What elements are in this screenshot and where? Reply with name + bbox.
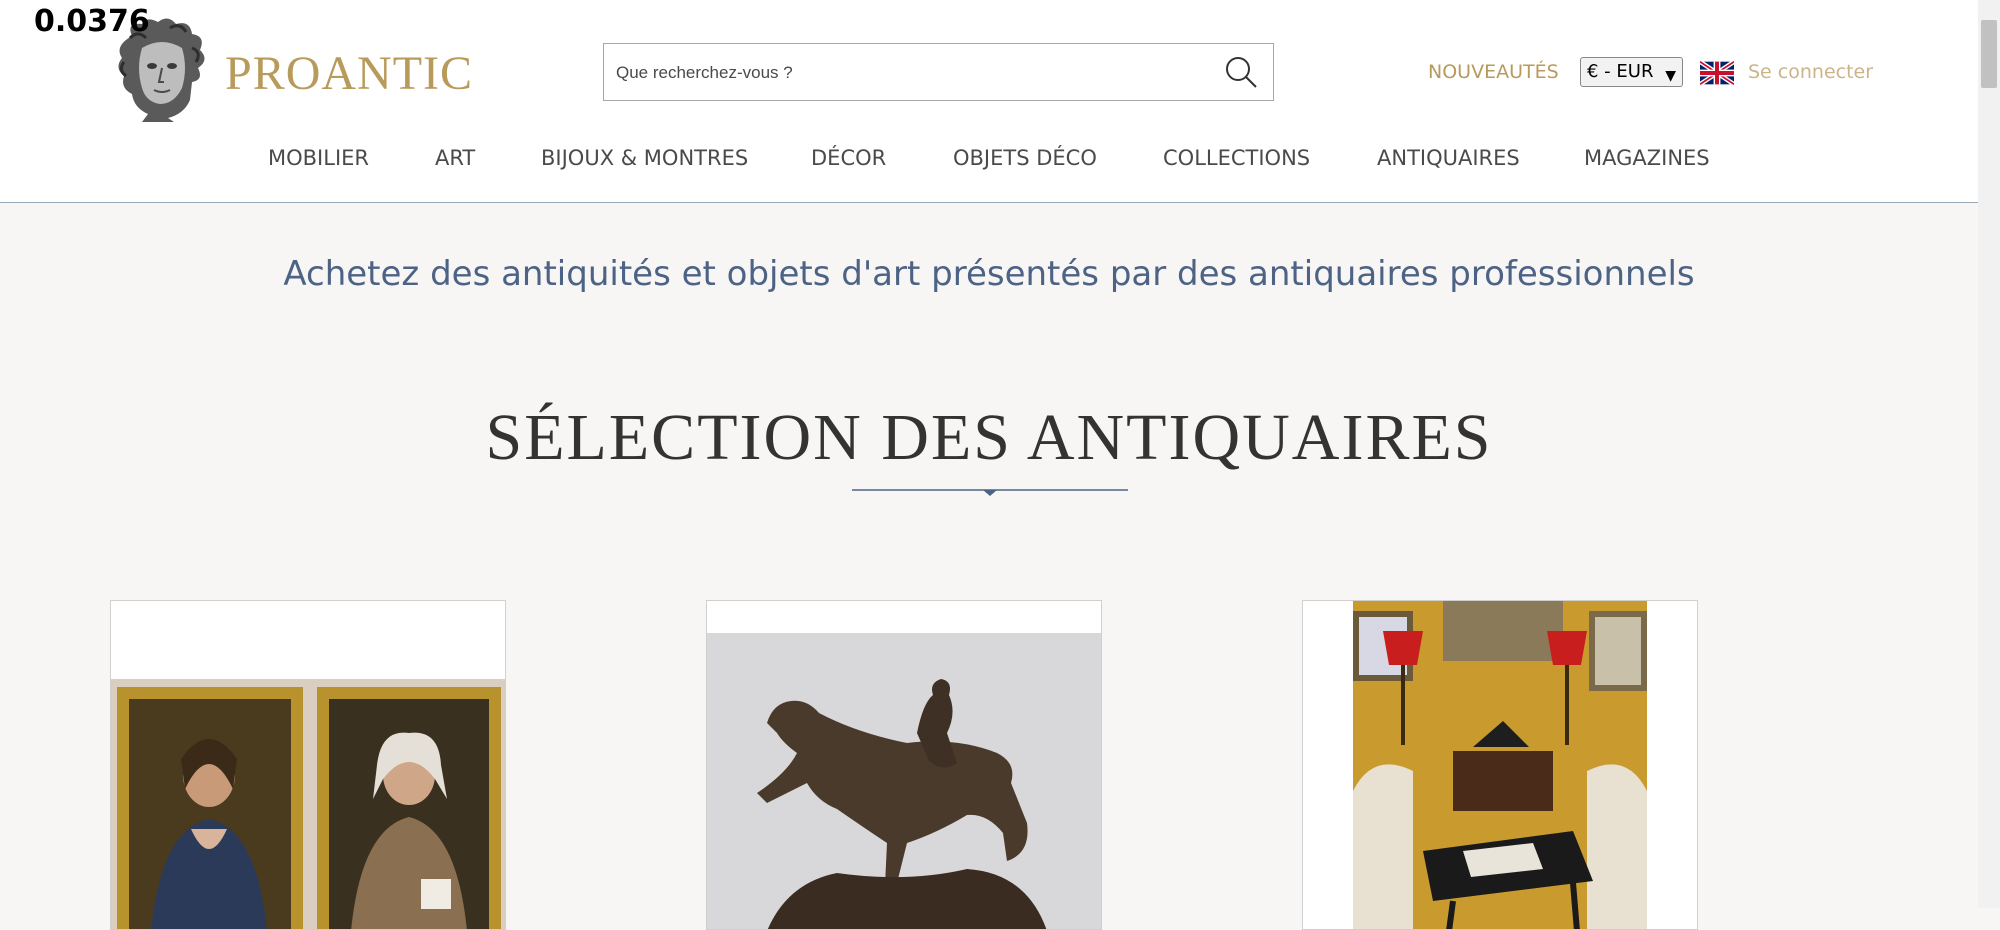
section-title: SÉLECTION DES ANTIQUAIRES bbox=[485, 401, 1493, 474]
scrollbar[interactable] bbox=[1978, 0, 2000, 908]
nav-item-bijoux-montres[interactable]: BIJOUX & MONTRES bbox=[541, 146, 748, 170]
nav-item-objets-deco[interactable]: OBJETS DÉCO bbox=[953, 146, 1097, 170]
chevron-down-icon: ▼ bbox=[1665, 68, 1676, 84]
currency-selected: € - EUR bbox=[1587, 61, 1654, 82]
interior-chess-table-image[interactable] bbox=[1353, 601, 1647, 930]
section-divider bbox=[852, 489, 1128, 496]
page-tagline: Achetez des antiquités et objets d'art p… bbox=[283, 254, 1695, 294]
nav-item-art[interactable]: ART bbox=[435, 146, 475, 170]
nouveautes-link[interactable]: NOUVEAUTÉS bbox=[1428, 61, 1559, 83]
product-card-3[interactable] bbox=[1302, 600, 1698, 930]
main-nav: MOBILIER ART BIJOUX & MONTRES DÉCOR OBJE… bbox=[0, 146, 1978, 180]
nav-item-decor[interactable]: DÉCOR bbox=[811, 146, 886, 170]
currency-select[interactable]: € - EUR ▼ bbox=[1580, 57, 1683, 87]
uk-flag-icon[interactable] bbox=[1700, 60, 1734, 86]
nav-item-antiquaires[interactable]: ANTIQUAIRES bbox=[1377, 146, 1520, 170]
search-bar bbox=[603, 43, 1274, 101]
overlay-value: 0.0376 bbox=[34, 4, 150, 39]
scrollbar-thumb[interactable] bbox=[1981, 20, 1997, 88]
product-card-1[interactable] bbox=[110, 600, 506, 930]
search-input[interactable] bbox=[614, 56, 1198, 90]
site-header: PROANTIC NOUVEAUTÉS € - EUR ▼ Se connect… bbox=[0, 0, 1978, 203]
nav-item-collections[interactable]: COLLECTIONS bbox=[1163, 146, 1310, 170]
logo-text[interactable]: PROANTIC bbox=[225, 46, 473, 101]
nav-item-mobilier[interactable]: MOBILIER bbox=[268, 146, 369, 170]
portrait-paintings-image[interactable] bbox=[111, 679, 505, 930]
bronze-horse-sculpture-image[interactable] bbox=[707, 633, 1101, 930]
product-card-2[interactable] bbox=[706, 600, 1102, 930]
login-link[interactable]: Se connecter bbox=[1748, 61, 1873, 83]
search-icon[interactable] bbox=[1223, 54, 1259, 90]
nav-item-magazines[interactable]: MAGAZINES bbox=[1584, 146, 1710, 170]
